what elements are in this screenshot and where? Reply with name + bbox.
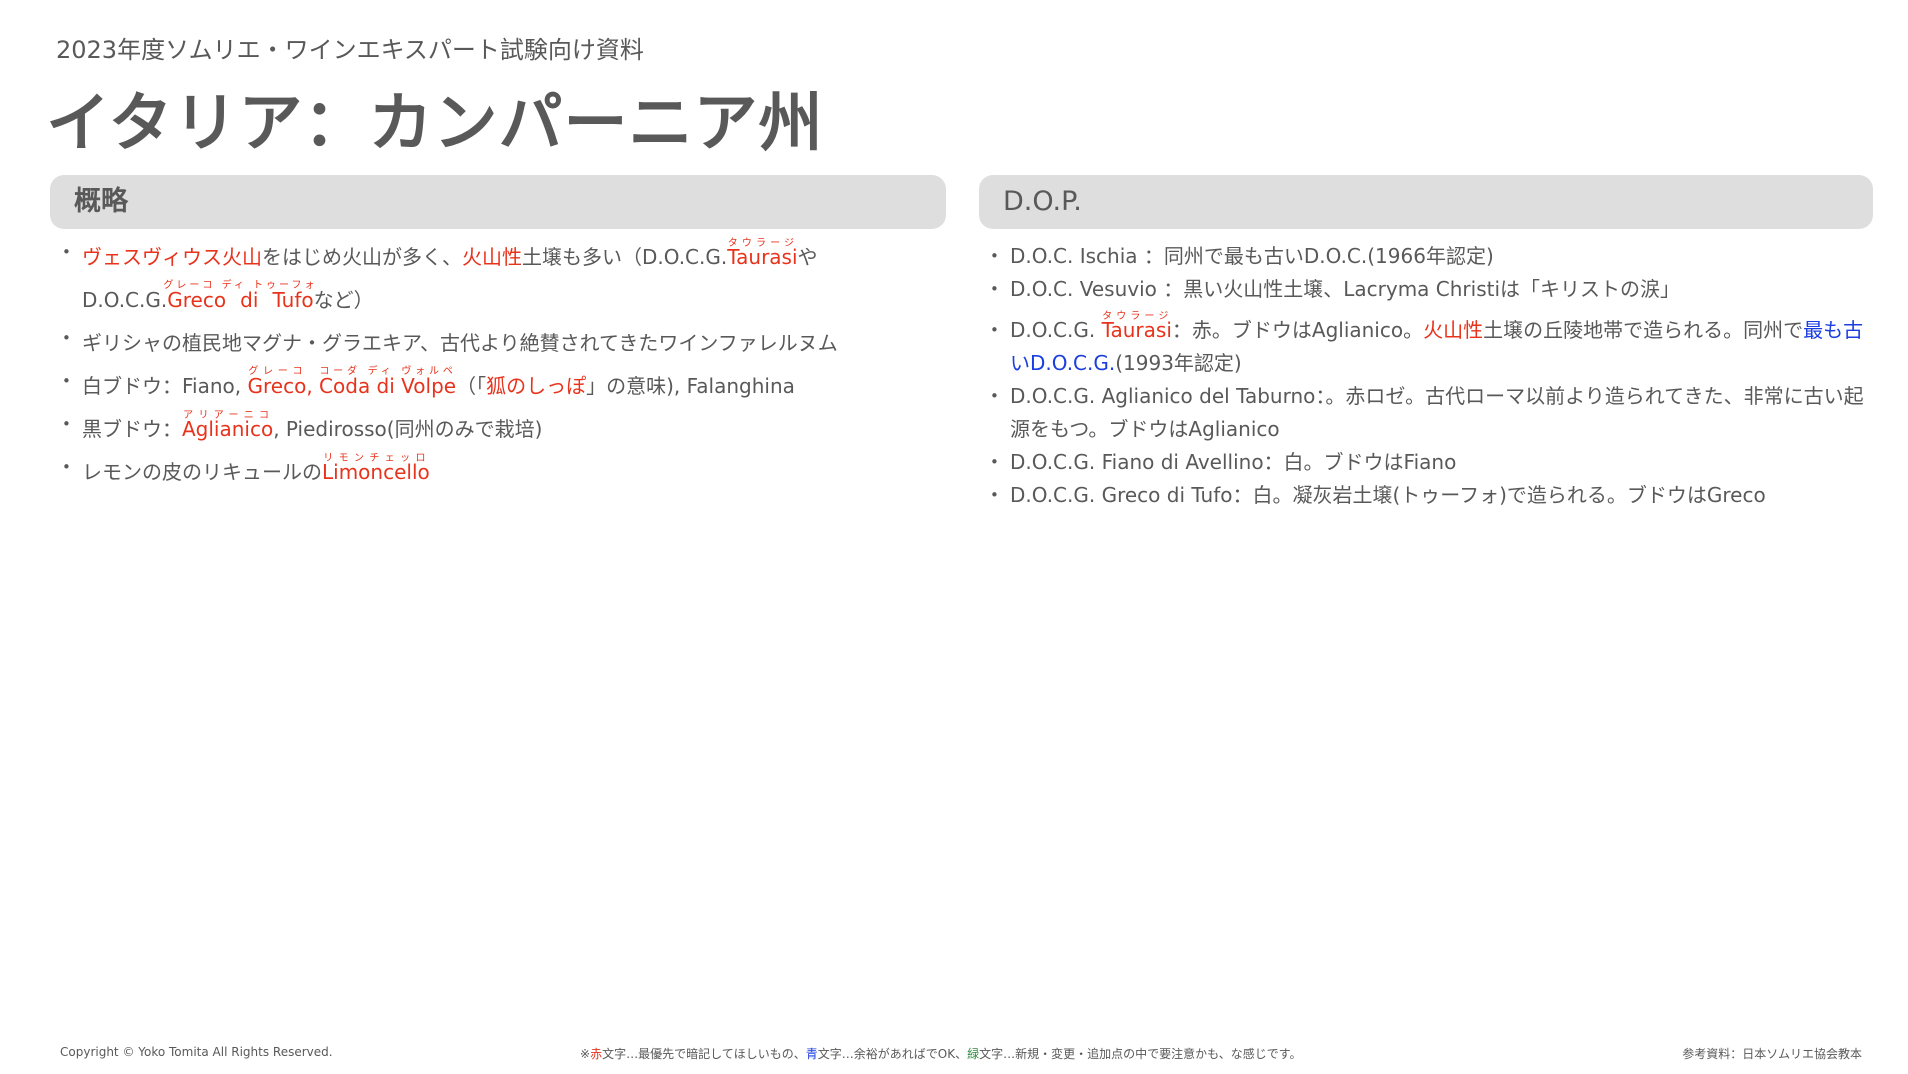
list-item: D.O.C. Vesuvio ：黒い火山性土壌、Lacryma Christiは… — [990, 273, 1870, 306]
text-run: など） — [313, 288, 374, 312]
volcanic-term: 火山性 — [1423, 318, 1484, 342]
color-legend: ※赤文字…最優先で暗記してほしいもの、青文字…余裕があればでOK、緑文字…新規・… — [580, 1045, 1302, 1062]
limoncello-term: Limoncelloリモンチェッロ — [322, 453, 430, 484]
aglianico-term: Aglianicoアリアーニコ — [182, 410, 273, 441]
text-run: 土壌も多い（D.O.C.G. — [522, 245, 728, 269]
volcanic-term: 火山性 — [462, 245, 522, 269]
list-item: 黒ブドウ：Aglianicoアリアーニコ, Piedirosso(同州のみで栽培… — [62, 403, 942, 451]
list-item: 白ブドウ：Fiano, Grecoグレーコ, Coda di Volpeコーダ … — [62, 360, 942, 408]
text-run: 土壌の丘陵地帯で造られる。同州で — [1483, 318, 1804, 342]
list-item: ギリシャの植民地マグナ・グラエキア、古代より絶賛されてきたワインファレルヌム — [62, 317, 942, 365]
fox-tail-term: 狐のしっぽ — [486, 374, 587, 398]
reference-note: 参考資料：日本ソムリエ協会教本 — [1682, 1047, 1862, 1061]
taurasi-term: Taurasiタウラージ — [1102, 311, 1172, 342]
text-run: 」の意味), Falanghina — [586, 374, 795, 398]
deck-subtitle: 2023年度ソムリエ・ワインエキスパート試験向け資料 — [56, 36, 644, 64]
text-run: ：赤。ブドウはAglianico。 — [1171, 318, 1424, 342]
list-item: D.O.C.G. Greco di Tufo：白。凝灰岩土壌(トゥーフォ)で造ら… — [990, 479, 1870, 512]
text-run: D.O.C. Ischia ：同州で最も古いD.O.C.(1966年認定) — [1010, 244, 1494, 268]
list-item: D.O.C.G. Aglianico del Taburno：。赤ロゼ。古代ロー… — [990, 380, 1870, 446]
list-item: D.O.C. Ischia ：同州で最も古いD.O.C.(1966年認定) — [990, 240, 1870, 273]
text-run: D.O.C.G. Fiano di Avellino：白。ブドウはFiano — [1010, 450, 1457, 474]
text-run: レモンの皮のリキュールの — [82, 460, 322, 484]
legend-green-word: 緑 — [967, 1047, 980, 1061]
text-run: D.O.C.G. Aglianico del Taburno：。赤ロゼ。古代ロー… — [1010, 384, 1864, 441]
page-title: イタリア：カンパーニア州 — [46, 87, 824, 161]
term-reading: タウラージ — [727, 238, 798, 249]
text-run: 黒ブドウ： — [82, 417, 182, 441]
text-run: D.O.C.G. Greco di Tufo：白。凝灰岩土壌(トゥーフォ)で造ら… — [1010, 483, 1766, 507]
text-run: D.O.C. Vesuvio ：黒い火山性土壌、Lacryma Christiは… — [1010, 277, 1681, 301]
copyright: Copyright © Yoko Tomita All Rights Reser… — [60, 1045, 333, 1059]
term-reading: リモンチェッロ — [322, 453, 430, 464]
taurasi-term: Taurasiタウラージ — [727, 238, 797, 269]
greco-term: Grecoグレーコ — [247, 366, 307, 398]
text-run: 白ブドウ：Fiano, — [82, 374, 248, 398]
legend-text: 文字…余裕があればでOK、 — [817, 1047, 968, 1061]
text-run: （「 — [456, 374, 487, 398]
term-text: Coda di Volpe — [319, 374, 457, 398]
vesuvius-term: ヴェスヴィウス火山 — [82, 245, 262, 269]
legend-text: 文字…最優先で暗記してほしいもの、 — [602, 1047, 806, 1061]
overview-heading: 概略 — [50, 175, 946, 229]
legend-text: 文字…新規・変更・追加点の中で要注意かも、な感じです。 — [979, 1047, 1302, 1061]
legend-blue-word: 青 — [805, 1047, 818, 1061]
legend-red-word: 赤 — [590, 1047, 603, 1061]
coda-di-volpe-term: Coda di Volpeコーダ ディ ヴォルペ — [319, 366, 457, 398]
list-item: D.O.C.G. Taurasiタウラージ：赤。ブドウはAglianico。火山… — [990, 306, 1870, 380]
list-item: D.O.C.G. Fiano di Avellino：白。ブドウはFiano — [990, 446, 1870, 479]
greco-di-tufo-term: Greco di Tufoグレーコ ディ トゥーフォ — [163, 280, 317, 312]
list-item: ヴェスヴィウス火山をはじめ火山が多く、火山性土壌も多い（D.O.C.G.Taur… — [62, 231, 942, 322]
term-reading: グレーコ — [247, 366, 307, 377]
dop-list: D.O.C. Ischia ：同州で最も古いD.O.C.(1966年認定) D.… — [990, 240, 1870, 512]
dop-heading: D.O.P. — [979, 175, 1873, 229]
text-run: D.O.C.G. — [82, 288, 168, 312]
term-text: Greco di Tufo — [163, 288, 318, 312]
term-text: Greco — [247, 374, 307, 398]
legend-mark: ※ — [580, 1047, 591, 1061]
text-run: や — [797, 245, 818, 269]
overview-list: ヴェスヴィウス火山をはじめ火山が多く、火山性土壌も多い（D.O.C.G.Taur… — [62, 231, 942, 494]
text-run: , Piedirosso(同州のみで栽培) — [273, 417, 543, 441]
term-reading: グレーコ ディ トゥーフォ — [163, 280, 318, 291]
term-reading: コーダ ディ ヴォルペ — [319, 366, 457, 377]
text-run: (1993年認定) — [1115, 351, 1242, 375]
term-reading: タウラージ — [1101, 311, 1172, 322]
list-item: レモンの皮のリキュールのLimoncelloリモンチェッロ — [62, 446, 942, 494]
term-reading: アリアーニコ — [182, 410, 274, 421]
text-run: ギリシャの植民地マグナ・グラエキア、古代より絶賛されてきたワインファレルヌム — [82, 331, 838, 355]
text-run: をはじめ火山が多く、 — [262, 245, 462, 269]
text-run: D.O.C.G. — [1010, 318, 1102, 342]
text-run: , — [306, 374, 320, 398]
